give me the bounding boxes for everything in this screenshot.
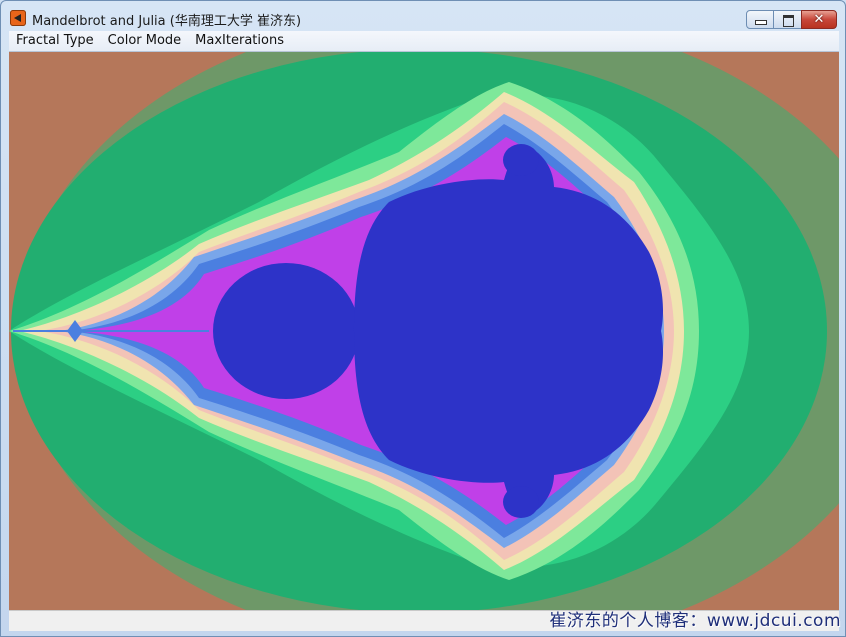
window-title: Mandelbrot and Julia (华南理工大学 崔济东) [32, 14, 302, 29]
app-icon[interactable] [10, 10, 26, 26]
app-window: Mandelbrot and Julia (华南理工大学 崔济东) ✕ Frac… [0, 0, 846, 637]
maximize-icon [783, 15, 794, 27]
caption-buttons: ✕ [746, 10, 837, 29]
mandelbrot-image [9, 52, 839, 610]
close-button[interactable]: ✕ [801, 10, 837, 29]
watermark-text: 崔济东的个人博客：www.jdcui.com [549, 611, 841, 631]
minimize-button[interactable] [746, 10, 774, 29]
title-bar[interactable]: Mandelbrot and Julia (华南理工大学 崔济东) ✕ [1, 1, 845, 31]
menu-fractal-type[interactable]: Fractal Type [9, 31, 101, 51]
bottom-bulb [503, 486, 539, 518]
menu-color-mode[interactable]: Color Mode [101, 31, 189, 51]
close-icon: ✕ [813, 12, 825, 27]
menu-bar: Fractal Type Color Mode MaxIterations [9, 31, 839, 52]
fractal-canvas[interactable] [9, 52, 839, 610]
maximize-button[interactable] [773, 10, 802, 29]
minimize-icon [756, 21, 766, 24]
top-bulb [503, 144, 539, 176]
period2-bulb [213, 263, 359, 399]
menu-max-iterations[interactable]: MaxIterations [188, 31, 291, 51]
